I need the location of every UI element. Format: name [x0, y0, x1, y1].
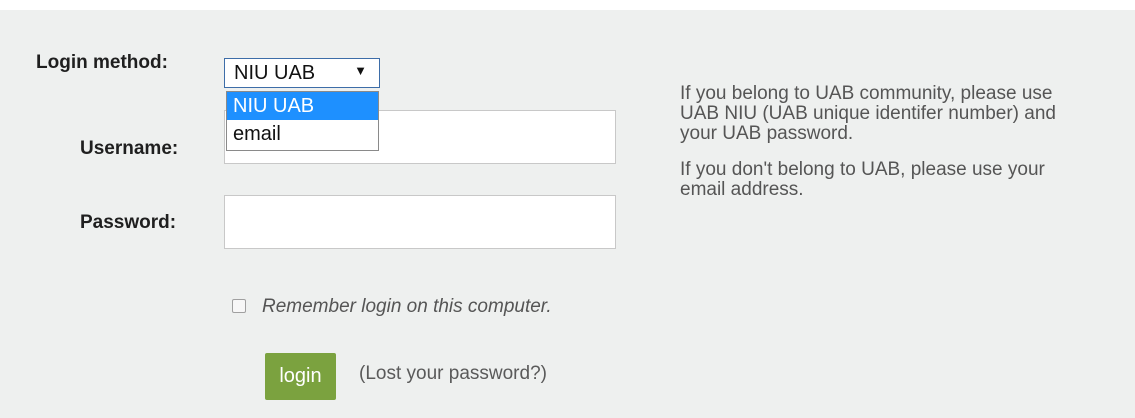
help-other-line-2: email address. [680, 179, 804, 200]
help-uab-line-2: UAB NIU (UAB unique identifer number) an… [680, 103, 1056, 124]
login-button[interactable]: login [265, 353, 336, 400]
triangle-down-icon: ▼ [354, 63, 367, 78]
username-label: Username: [80, 138, 179, 159]
lost-password-link[interactable]: (Lost your password?) [359, 363, 547, 385]
login-panel: Login method: NIU UAB ▼ Username: Passwo… [0, 10, 1135, 418]
password-label: Password: [80, 212, 177, 233]
help-uab-line-3: your UAB password. [680, 123, 854, 144]
login-method-label: Login method: [36, 52, 168, 73]
password-input[interactable] [224, 195, 616, 249]
help-text-other: If you don't belong to UAB, please use y… [680, 160, 1132, 200]
remember-login-checkbox[interactable] [232, 299, 246, 313]
login-method-selected-value: NIU UAB [234, 62, 316, 84]
option-email[interactable]: email [227, 120, 378, 148]
help-uab-line-1: If you belong to UAB community, please u… [680, 83, 1053, 104]
help-other-line-1: If you don't belong to UAB, please use y… [680, 159, 1045, 180]
remember-login-label[interactable]: Remember login on this computer. [262, 296, 552, 318]
login-method-select[interactable]: NIU UAB ▼ [224, 58, 380, 88]
login-method-dropdown: NIU UAB email [226, 91, 379, 151]
option-niu-uab[interactable]: NIU UAB [227, 92, 378, 120]
help-text-uab: If you belong to UAB community, please u… [680, 84, 1132, 144]
